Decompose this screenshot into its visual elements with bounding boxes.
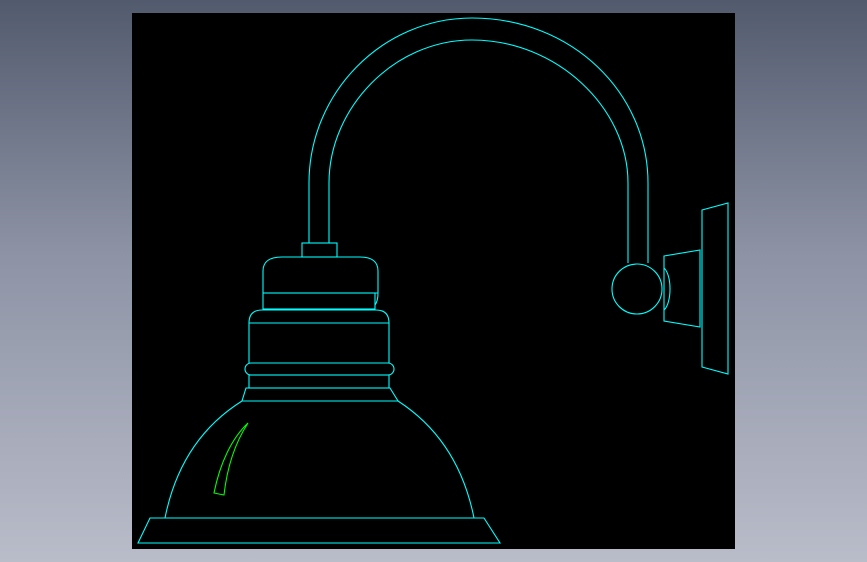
socket-body [248,309,390,363]
cad-viewport[interactable] [132,13,735,549]
wall-bracket [663,202,729,375]
socket-housing [241,242,399,402]
socket-bead [244,362,395,376]
socket-ring [262,292,376,310]
socket-skirt [241,387,399,402]
wall-plate [701,202,729,375]
neck-collar [301,242,338,258]
shade-rim [137,517,502,544]
socket-lower-ring [248,374,390,389]
pivot-knuckle [611,263,663,315]
shade-highlight [213,422,249,496]
bracket-arm-notch [663,267,671,311]
socket-cap [262,256,379,306]
shade-dome [164,400,475,519]
bracket-arm [663,249,701,328]
lamp-drawing [137,17,729,544]
lamp-shade [137,400,502,544]
gooseneck-arm [308,17,649,263]
arm-outer-curve [308,17,649,263]
arm-inner-curve [328,39,629,263]
